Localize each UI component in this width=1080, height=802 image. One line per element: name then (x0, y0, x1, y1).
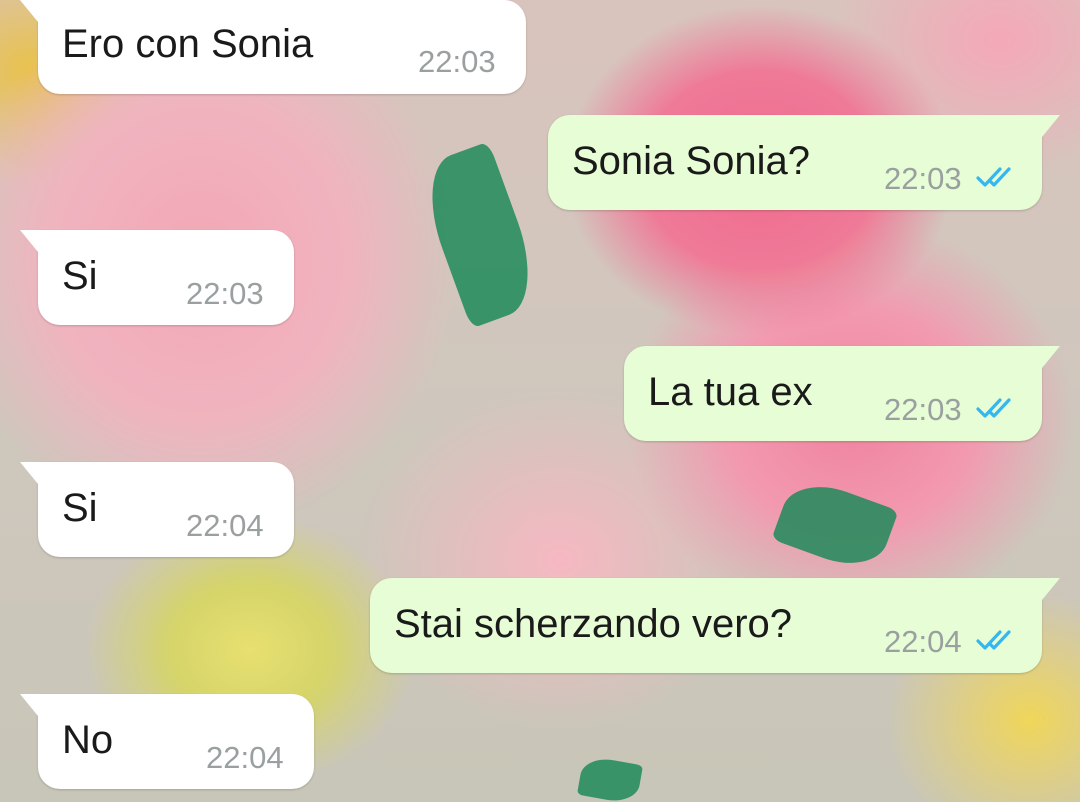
wallpaper-leaf (413, 141, 547, 329)
message-text: Ero con Sonia (62, 22, 314, 66)
message-bubble-incoming[interactable]: Si 22:04 (20, 462, 294, 557)
message-bubble-outgoing[interactable]: La tua ex 22:03 (624, 346, 1060, 441)
read-double-tick-icon (976, 628, 1018, 652)
message-text: Stai scherzando vero? (394, 602, 793, 646)
message-time: 22:04 (186, 508, 264, 543)
message-bubble-outgoing[interactable]: Stai scherzando vero? 22:04 (370, 578, 1060, 673)
read-double-tick-icon (976, 165, 1018, 189)
message-bubble-incoming[interactable]: Ero con Sonia 22:03 (20, 0, 526, 94)
message-text: Sonia Sonia? (572, 139, 810, 183)
message-time: 22:03 (884, 392, 962, 427)
read-double-tick-icon (976, 396, 1018, 420)
message-text: La tua ex (648, 370, 813, 414)
message-text: Si (62, 254, 98, 298)
message-text: Si (62, 486, 98, 530)
wallpaper-leaf (771, 473, 899, 577)
message-bubble-incoming[interactable]: Si 22:03 (20, 230, 294, 325)
message-time: 22:03 (418, 44, 496, 79)
message-bubble-incoming[interactable]: No 22:04 (20, 694, 314, 789)
message-time: 22:03 (186, 276, 264, 311)
message-time: 22:03 (884, 161, 962, 196)
message-text: No (62, 718, 114, 762)
message-bubble-outgoing[interactable]: Sonia Sonia? 22:03 (548, 115, 1060, 210)
message-time: 22:04 (884, 624, 962, 659)
wallpaper-leaf (576, 755, 644, 802)
message-time: 22:04 (206, 740, 284, 775)
